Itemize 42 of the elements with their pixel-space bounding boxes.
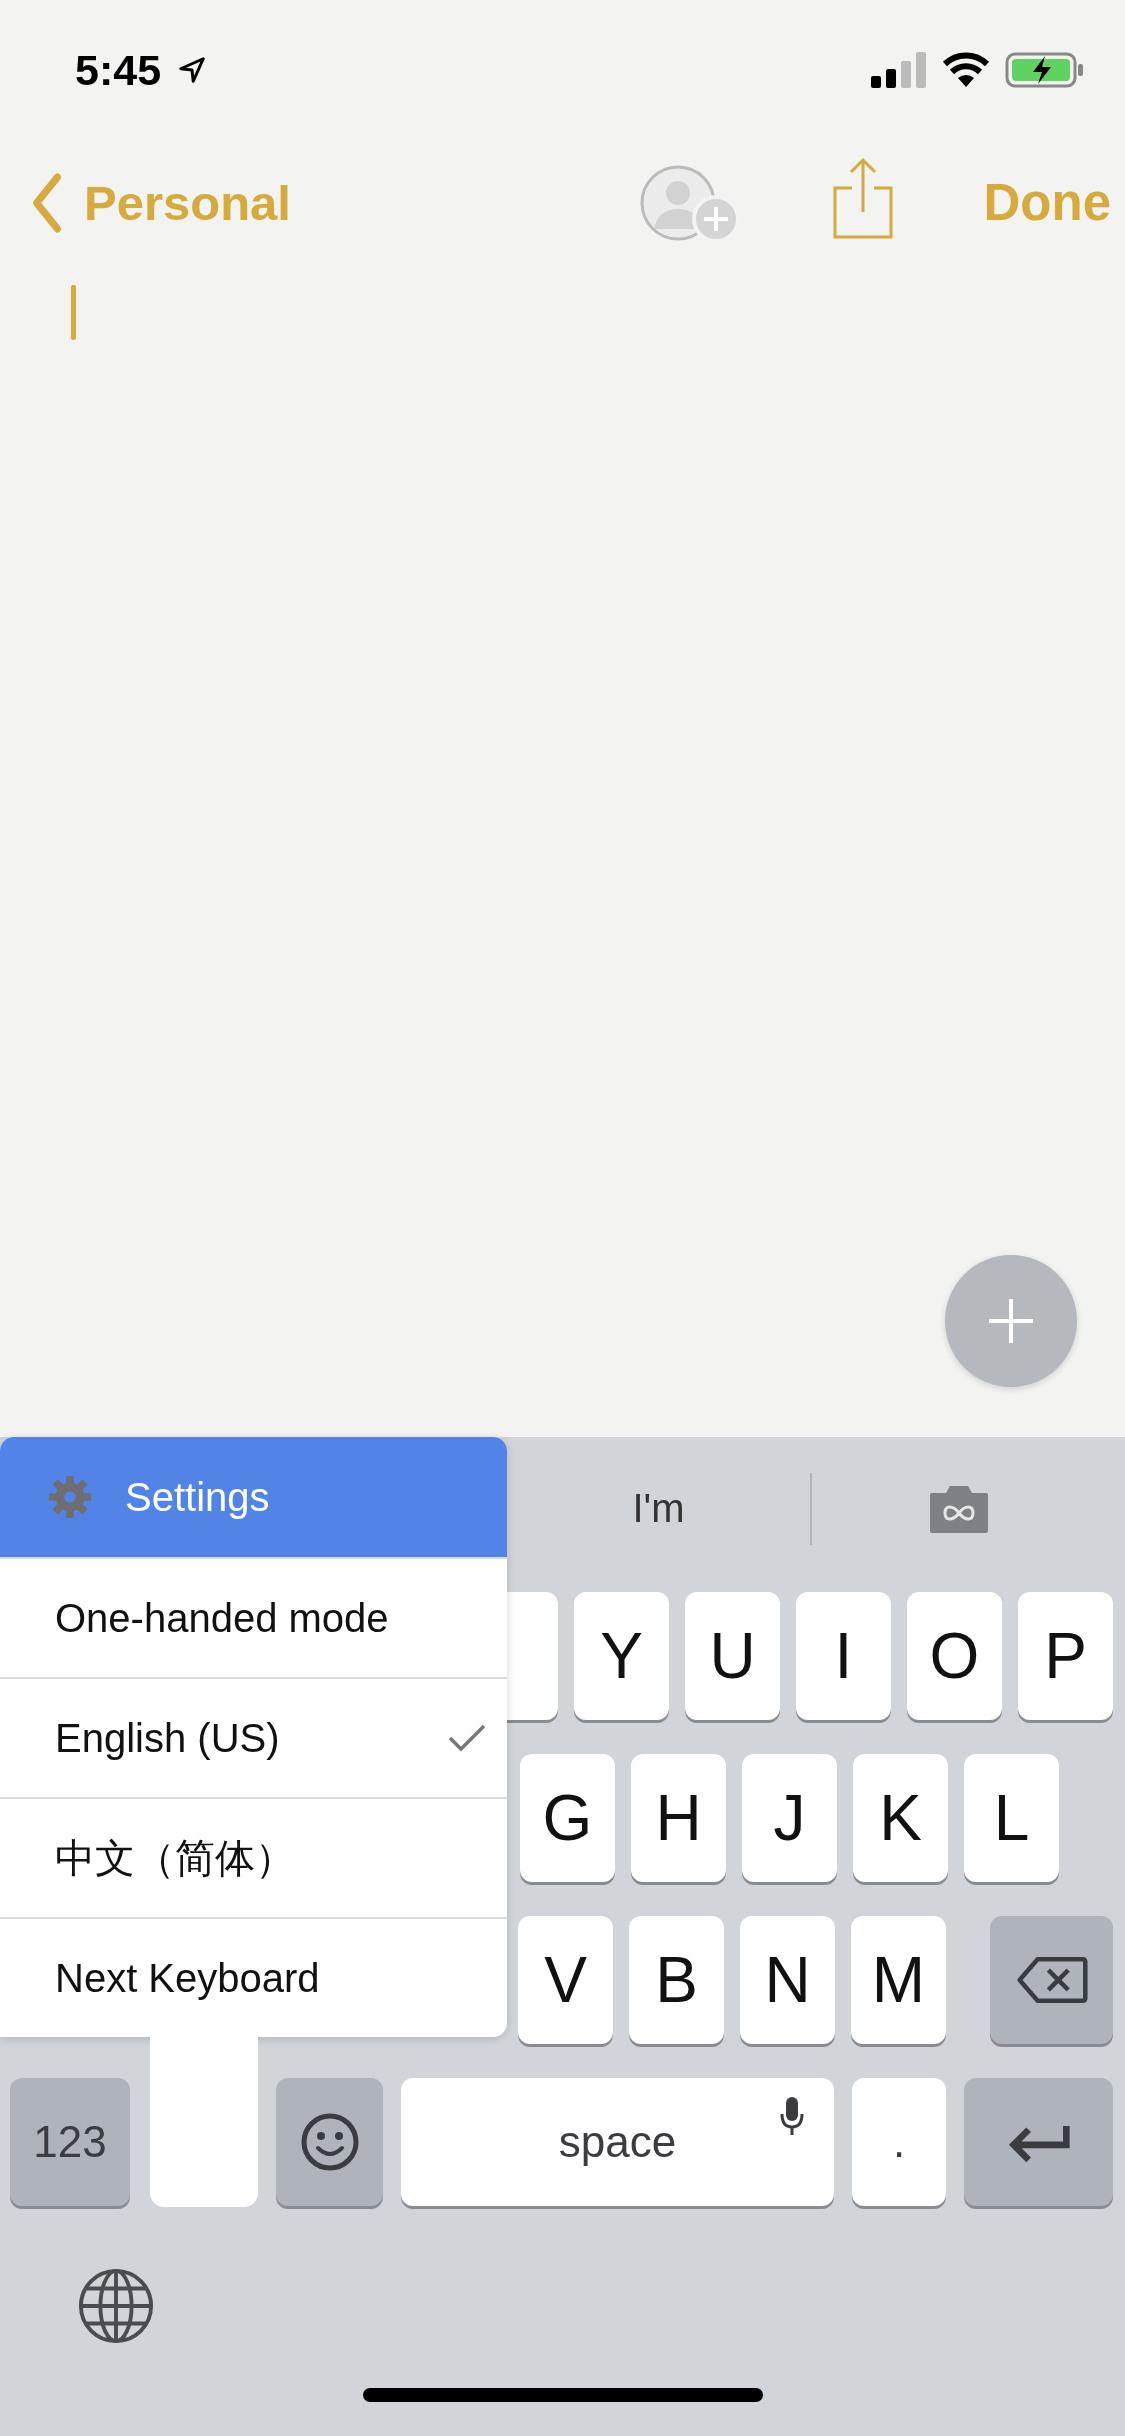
key[interactable]: P [1018, 1592, 1113, 1720]
menu-item[interactable]: English (US) [0, 1677, 507, 1797]
emoji-key[interactable] [276, 2078, 383, 2206]
battery-charging-icon [1005, 51, 1085, 89]
numbers-key[interactable]: 123 [10, 2078, 130, 2206]
status-time: 5:45 [75, 45, 162, 95]
chevron-left-icon [30, 171, 64, 234]
period-key[interactable]: . [852, 2078, 946, 2206]
smiley-icon [299, 2112, 360, 2172]
key[interactable]: J [742, 1754, 837, 1882]
key[interactable]: B [629, 1916, 724, 2044]
key[interactable]: H [631, 1754, 726, 1882]
text-cursor [71, 285, 76, 340]
home-indicator[interactable] [362, 2388, 763, 2402]
space-key[interactable]: space [401, 2078, 834, 2206]
pressed-key[interactable] [150, 2037, 258, 2207]
key[interactable]: N [740, 1916, 835, 2044]
checkmark-icon [447, 1723, 487, 1753]
location-arrow-icon [177, 55, 208, 85]
suggestion[interactable]: I'm [507, 1486, 810, 1531]
settings-menu-item[interactable]: Settings [0, 1437, 507, 1557]
delete-key[interactable] [990, 1916, 1113, 2044]
share-icon[interactable] [831, 155, 894, 240]
plus-icon [986, 1296, 1036, 1346]
key[interactable]: M [851, 1916, 946, 2044]
signal-icon [871, 52, 927, 88]
key[interactable]: L [964, 1754, 1059, 1882]
key[interactable]: V [518, 1916, 613, 2044]
globe-icon[interactable] [77, 2267, 155, 2345]
key[interactable]: I [796, 1592, 891, 1720]
wifi-icon [941, 51, 991, 89]
delete-icon [1015, 1956, 1088, 2004]
return-key[interactable] [964, 2078, 1113, 2206]
key[interactable]: U [685, 1592, 780, 1720]
key[interactable]: G [520, 1754, 615, 1882]
settings-icon [47, 1474, 93, 1520]
key[interactable]: O [907, 1592, 1002, 1720]
key[interactable]: Y [574, 1592, 669, 1720]
microphone-icon [780, 2096, 804, 2136]
key[interactable]: K [853, 1754, 948, 1882]
menu-item[interactable]: 中文（简体） [0, 1797, 507, 1917]
menu-item[interactable]: One-handed mode [0, 1557, 507, 1677]
